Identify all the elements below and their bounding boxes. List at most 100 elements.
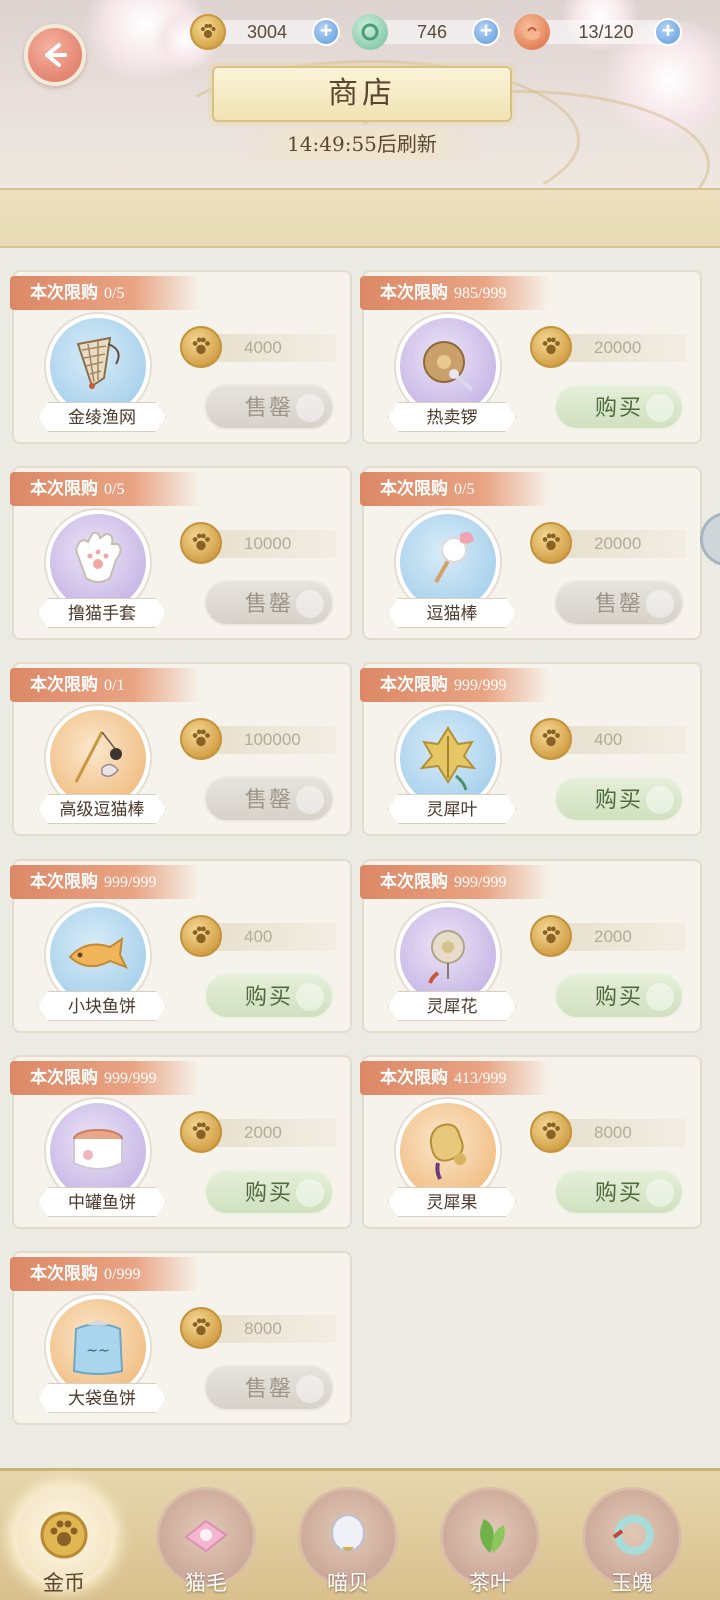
buy-button[interactable]: 购买 <box>204 973 334 1019</box>
purchase-limit-label: 本次限购 <box>30 1068 98 1088</box>
cat-wand-icon <box>408 520 488 604</box>
purchase-limit-label: 本次限购 <box>30 479 98 499</box>
purchase-limit-tag: 本次限购 0/1 <box>10 668 200 702</box>
purchase-limit-count: 999/999 <box>104 1070 157 1087</box>
item-price: 2000 <box>214 1119 336 1147</box>
button-label: 购买 <box>594 788 643 813</box>
fish-bag-icon: ~~ <box>58 1305 138 1389</box>
add-coin-button[interactable]: + <box>312 18 340 46</box>
coin-icon <box>530 915 572 957</box>
purchase-limit-label: 本次限购 <box>30 872 98 892</box>
item-name: 高级逗猫棒 <box>38 794 166 824</box>
item-name: 中罐鱼饼 <box>38 1187 166 1217</box>
purchase-limit-tag: 本次限购 999/999 <box>360 865 550 899</box>
shop-item-card: 本次限购 999/999 灵犀叶 400 购买 <box>360 662 702 836</box>
flower-icon <box>408 913 488 997</box>
purchase-limit-label: 本次限购 <box>380 283 448 303</box>
coin-icon <box>180 522 222 564</box>
add-stamina-button[interactable]: + <box>654 18 682 46</box>
purchase-limit-count: 0/1 <box>104 677 125 694</box>
purchase-limit-label: 本次限购 <box>30 283 98 303</box>
clover-deco-icon <box>296 1375 324 1403</box>
tab-shell[interactable]: 喵贝 <box>292 1487 404 1599</box>
coin-icon <box>530 718 572 760</box>
button-label: 购买 <box>244 1181 293 1206</box>
jade-ring-icon <box>606 1509 658 1565</box>
coin-icon <box>180 1111 222 1153</box>
add-jade-button[interactable]: + <box>472 18 500 46</box>
button-label: 售罄 <box>244 592 293 617</box>
purchase-limit-count: 0/5 <box>104 481 125 498</box>
button-label: 购买 <box>594 985 643 1010</box>
back-button[interactable] <box>24 24 86 86</box>
shop-item-card: 本次限购 0/5 逗猫棒 20000 售罄 <box>360 466 702 640</box>
shop-item-card: 本次限购 0/1 高级逗猫棒 100000 售罄 <box>10 662 352 836</box>
item-price: 400 <box>564 726 686 754</box>
fruit-icon <box>408 1109 488 1193</box>
side-drawer-handle[interactable] <box>700 512 720 566</box>
clover-deco-icon <box>646 590 674 618</box>
clover-deco-icon <box>646 983 674 1011</box>
clover-deco-icon <box>646 786 674 814</box>
item-price: 8000 <box>564 1119 686 1147</box>
clover-deco-icon <box>296 786 324 814</box>
purchase-limit-count: 985/999 <box>454 285 507 302</box>
item-price: 4000 <box>214 334 336 362</box>
item-price: 400 <box>214 923 336 951</box>
purchase-limit-count: 999/999 <box>104 874 157 891</box>
purchase-limit-tag: 本次限购 999/999 <box>360 668 550 702</box>
shop-item-card: 本次限购 985/999 热卖锣 20000 购买 <box>360 270 702 444</box>
item-name: 灵犀叶 <box>388 794 516 824</box>
coin-icon <box>530 326 572 368</box>
svg-text:~~: ~~ <box>86 1343 109 1359</box>
purchase-limit-label: 本次限购 <box>380 872 448 892</box>
tab-label: 喵贝 <box>327 1571 369 1595</box>
buy-button[interactable]: 购买 <box>554 973 684 1019</box>
coin-icon <box>180 915 222 957</box>
shop-item-card: 本次限购 413/999 灵犀果 8000 购买 <box>360 1055 702 1229</box>
coin-icon <box>180 326 222 368</box>
item-price: 100000 <box>214 726 336 754</box>
purchase-limit-label: 本次限购 <box>380 479 448 499</box>
shop-item-card: 本次限购 0/5 金绫渔网 4000 售罄 <box>10 270 352 444</box>
shop-item-card: 本次限购 0/999 ~~ 大袋鱼饼 8000 售罄 <box>10 1251 352 1425</box>
purchase-limit-tag: 本次限购 0/5 <box>10 472 200 506</box>
tab-cat-fur[interactable]: 猫毛 <box>150 1487 262 1599</box>
purchase-limit-count: 999/999 <box>454 874 507 891</box>
tab-coin[interactable]: 金币 <box>8 1487 120 1599</box>
coin-icon <box>190 14 226 50</box>
purchase-limit-label: 本次限购 <box>380 675 448 695</box>
refresh-timer: 14:49:55后刷新 <box>240 128 484 160</box>
item-name: 金绫渔网 <box>38 402 166 432</box>
clover-deco-icon <box>646 1179 674 1207</box>
shop-item-card: 本次限购 999/999 灵犀花 2000 购买 <box>360 859 702 1033</box>
button-label: 售罄 <box>594 592 643 617</box>
purchase-limit-count: 0/999 <box>104 1266 141 1283</box>
bun-icon <box>514 14 550 50</box>
tab-jade-ring[interactable]: 玉魄 <box>576 1487 688 1599</box>
purchase-limit-tag: 本次限购 0/5 <box>360 472 550 506</box>
cat-fur-icon <box>178 1507 234 1567</box>
premium-cat-wand-icon <box>58 716 138 800</box>
shell-icon <box>322 1509 374 1565</box>
tab-tea-leaf[interactable]: 茶叶 <box>434 1487 546 1599</box>
fish-cake-icon <box>58 913 138 997</box>
purchase-limit-tag: 本次限购 985/999 <box>360 276 550 310</box>
purchase-limit-count: 0/5 <box>104 285 125 302</box>
currency-tab-bar: 金币 猫毛 喵贝 茶叶 玉魄 <box>0 1468 720 1600</box>
purchase-limit-count: 413/999 <box>454 1070 507 1087</box>
buy-button[interactable]: 购买 <box>204 1169 334 1215</box>
item-price: 20000 <box>564 334 686 362</box>
buy-button[interactable]: 购买 <box>554 1169 684 1215</box>
purchase-limit-label: 本次限购 <box>380 1068 448 1088</box>
buy-button[interactable]: 购买 <box>554 776 684 822</box>
buy-button[interactable]: 购买 <box>554 384 684 430</box>
purchase-limit-tag: 本次限购 999/999 <box>10 865 200 899</box>
button-label: 售罄 <box>244 1377 293 1402</box>
coin-icon <box>38 1509 90 1565</box>
shop-item-card: 本次限购 999/999 中罐鱼饼 2000 购买 <box>10 1055 352 1229</box>
purchase-limit-tag: 本次限购 999/999 <box>10 1061 200 1095</box>
item-price: 20000 <box>564 530 686 558</box>
tab-label: 玉魄 <box>611 1571 653 1595</box>
item-price: 8000 <box>214 1315 336 1343</box>
